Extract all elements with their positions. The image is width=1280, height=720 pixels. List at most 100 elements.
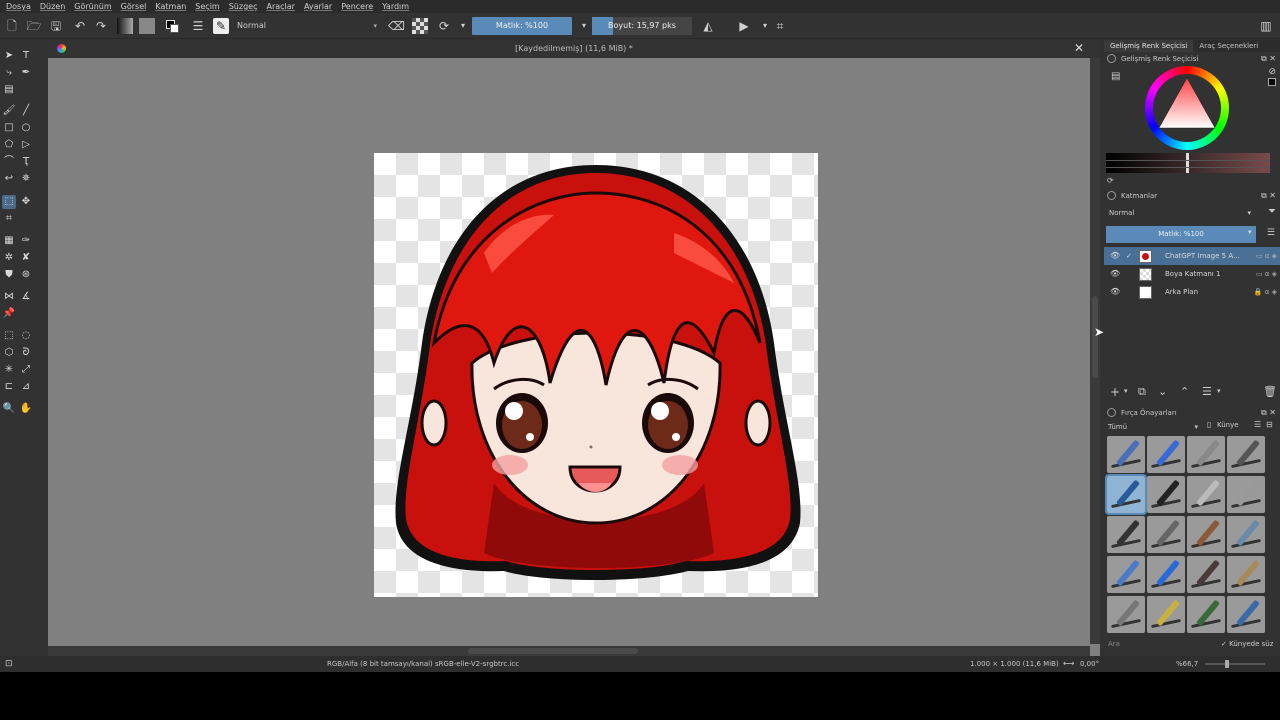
menu-help[interactable]: Yardım: [382, 2, 409, 11]
pin-icon[interactable]: [1107, 54, 1116, 63]
brush-preset-item[interactable]: [1187, 476, 1225, 513]
freehand-path-icon[interactable]: Ҭ: [19, 155, 33, 169]
menu-file[interactable]: Dosya: [6, 2, 31, 11]
polygon-select-icon[interactable]: ⬡: [2, 346, 16, 360]
eraser-icon[interactable]: ⌫: [388, 18, 405, 34]
layer-properties-icon[interactable]: ☰: [1202, 385, 1212, 398]
layer-blend-select[interactable]: Normal ▾: [1106, 206, 1254, 220]
brush-preset-item[interactable]: [1107, 556, 1145, 593]
zoom-tool-icon[interactable]: 🔍: [2, 402, 16, 416]
preset-filter-select[interactable]: Tümü ▾: [1106, 421, 1200, 433]
edit-shapes-icon[interactable]: ⤷: [2, 66, 16, 80]
brush-settings-icon[interactable]: ☰: [190, 18, 206, 34]
menu-view[interactable]: Görünüm: [74, 2, 111, 11]
layer-props-icons[interactable]: ▭ α ◈: [1256, 247, 1277, 265]
mirror-horizontal-icon[interactable]: ◭: [700, 18, 716, 34]
layer-row[interactable]: 👁 Boya Katmanı 1 ▭ α ◈: [1104, 265, 1280, 283]
assistant-icon[interactable]: ⋈: [2, 290, 16, 304]
dock-toggle-icon[interactable]: ▥: [1258, 18, 1274, 34]
zoom-value[interactable]: %66,7: [1176, 656, 1198, 672]
pin-icon[interactable]: [1107, 408, 1116, 417]
select-shapes-icon[interactable]: ➤: [2, 49, 16, 63]
refresh-icon[interactable]: ⟳: [1107, 176, 1114, 185]
menu-settings[interactable]: Ayarlar: [304, 2, 332, 11]
scroll-thumb[interactable]: [468, 648, 638, 654]
wrap-around-icon[interactable]: ⌗: [772, 18, 788, 34]
brush-preset-item[interactable]: [1147, 516, 1185, 553]
smart-patch-icon[interactable]: ✘: [19, 251, 33, 265]
chevron-down-icon[interactable]: ▾: [576, 18, 592, 34]
color-space-label[interactable]: RGB/Alfa (8 bit tamsayı/kanal) sRGB-elle…: [327, 656, 519, 672]
color-triangle[interactable]: [1145, 66, 1229, 150]
open-document-icon[interactable]: 🗁: [26, 18, 42, 34]
brush-preset-item[interactable]: [1227, 436, 1265, 473]
menu-edit[interactable]: Düzen: [40, 2, 65, 11]
rectangle-tool-icon[interactable]: □: [2, 121, 16, 135]
chevron-down-icon[interactable]: ▾: [455, 18, 471, 34]
brush-preset-item[interactable]: [1147, 596, 1185, 633]
filter-in-tag-checkbox[interactable]: ✓ Künyede süz: [1221, 640, 1273, 648]
fill-tool-icon[interactable]: ⛊: [2, 268, 16, 282]
similar-select-icon[interactable]: ⤢: [19, 363, 33, 377]
color-picker-icon[interactable]: ✑: [19, 234, 33, 248]
tab-advanced-color[interactable]: Gelişmiş Renk Seçicisi: [1104, 40, 1194, 52]
brush-preset-item[interactable]: [1227, 556, 1265, 593]
undo-icon[interactable]: ↶: [72, 18, 88, 34]
blend-mode-select[interactable]: Normal ▾: [233, 18, 381, 34]
pan-tool-icon[interactable]: ✋: [19, 402, 33, 416]
color-settings-icon[interactable]: ▤: [1111, 71, 1120, 82]
brush-preset-item[interactable]: [1147, 436, 1185, 473]
menu-image[interactable]: Görsel: [121, 2, 147, 11]
eye-icon[interactable]: 👁: [1110, 265, 1120, 283]
horizontal-scrollbar[interactable]: [48, 646, 1090, 656]
tab-tool-options[interactable]: Araç Seçenekleri: [1193, 40, 1264, 52]
pin-icon[interactable]: [1107, 191, 1116, 200]
menu-tools[interactable]: Araçlar: [266, 2, 294, 11]
brush-size-slider[interactable]: Boyut: 15,97 pks: [592, 17, 692, 35]
save-icon[interactable]: 🖫: [48, 18, 64, 34]
move-tool-icon[interactable]: ✥: [19, 195, 33, 209]
freehand-select-icon[interactable]: ᘐ: [19, 346, 33, 360]
delete-layer-icon[interactable]: 🗑: [1263, 385, 1277, 398]
layer-props-icons[interactable]: ▭ α ◈: [1256, 265, 1277, 283]
brush-preset-icon[interactable]: ✎: [213, 18, 229, 34]
current-color-swatch[interactable]: [1268, 78, 1276, 86]
eye-icon[interactable]: 👁: [1110, 283, 1120, 301]
polygon-tool-icon[interactable]: ⬠: [2, 138, 16, 152]
float-close-icon[interactable]: ⧉ ✕: [1261, 53, 1276, 65]
document-tab[interactable]: [Kaydedilmemiş] (11,6 MiB) * ✕: [48, 40, 1100, 58]
redo-icon[interactable]: ↷: [93, 18, 109, 34]
brush-preset-item[interactable]: [1107, 596, 1145, 633]
menu-layer[interactable]: Katman: [155, 2, 186, 11]
alpha-lock-icon[interactable]: [412, 18, 428, 34]
canvas-image[interactable]: [374, 153, 818, 597]
fg-bg-color-icon[interactable]: [164, 18, 180, 34]
brush-preset-item[interactable]: [1187, 436, 1225, 473]
float-close-icon[interactable]: ⧉ ✕: [1261, 407, 1276, 419]
freehand-brush-icon[interactable]: 🖌: [2, 104, 16, 118]
brush-preset-item[interactable]: [1105, 474, 1147, 515]
rotation-icon[interactable]: ⟷: [1063, 656, 1074, 672]
add-layer-icon[interactable]: +: [1110, 385, 1120, 399]
preset-tag-label[interactable]: Künye: [1217, 421, 1239, 429]
menu-filter[interactable]: Süzgeç: [229, 2, 258, 11]
colorize-mask-icon[interactable]: ✲: [2, 251, 16, 265]
preset-search-input[interactable]: Ara: [1108, 640, 1120, 648]
filter-icon[interactable]: ⏷: [1268, 206, 1276, 217]
panel-menu-icon[interactable]: ⊟: [1266, 420, 1273, 429]
menu-icon[interactable]: ☰: [1267, 228, 1275, 238]
float-close-icon[interactable]: ⧉ ✕: [1261, 190, 1276, 202]
vertical-scrollbar[interactable]: [1090, 58, 1100, 644]
ellipse-select-icon[interactable]: ◌: [19, 329, 33, 343]
assistant-tool-icon[interactable]: ▤: [2, 83, 16, 97]
brush-preset-item[interactable]: [1187, 556, 1225, 593]
reference-images-icon[interactable]: 📌: [2, 307, 16, 321]
brush-preset-item[interactable]: [1227, 596, 1265, 633]
layer-props-icons[interactable]: 🔒 α ◈: [1254, 283, 1277, 301]
menu-window[interactable]: Pencere: [341, 2, 373, 11]
new-document-icon[interactable]: 🗋: [4, 18, 20, 34]
bookmark-icon[interactable]: ▯: [1207, 420, 1211, 429]
move-down-icon[interactable]: ⌄: [1158, 385, 1167, 398]
brush-preset-item[interactable]: [1227, 516, 1265, 553]
brush-preset-item[interactable]: [1147, 556, 1185, 593]
